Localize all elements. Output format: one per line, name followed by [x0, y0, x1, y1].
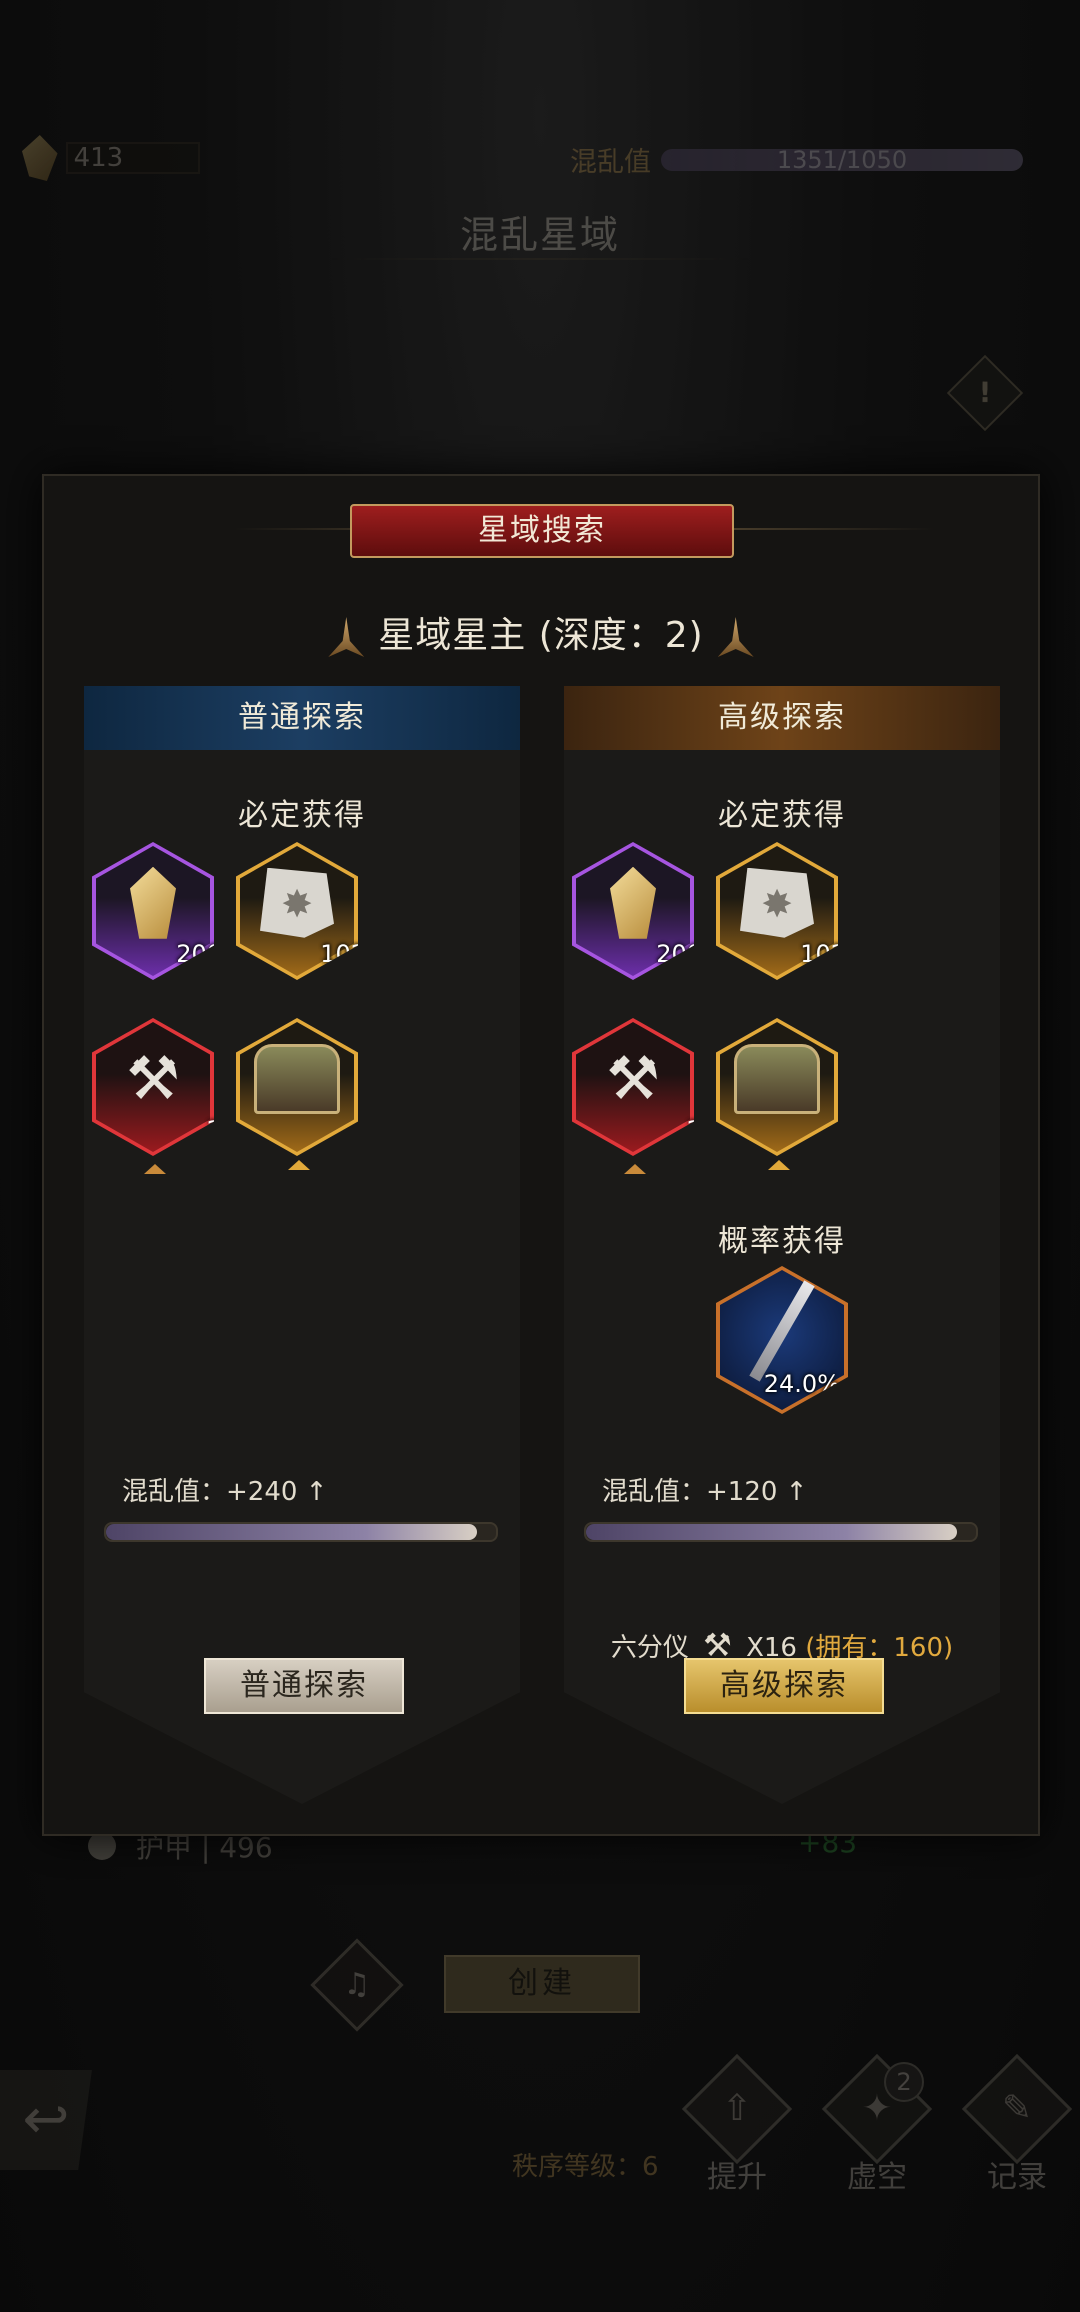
chest-icon — [254, 1043, 340, 1114]
quality-marker — [624, 1164, 646, 1174]
sextant-icon: ⚒ — [126, 1043, 180, 1114]
reward-item[interactable]: 200 — [572, 842, 694, 980]
cost-label: 六分仪 — [610, 1633, 689, 1663]
reward-item[interactable] — [236, 1018, 358, 1156]
chaos-progress-bar — [104, 1522, 498, 1542]
reward-item[interactable]: ⚒ 2 — [92, 1018, 214, 1156]
chaos-change: 混乱值：+240 ↑ — [122, 1477, 328, 1507]
chance-label: 概率获得 — [718, 1224, 846, 1259]
chaos-progress-fill — [106, 1524, 477, 1540]
guaranteed-label: 必定获得 — [718, 798, 846, 833]
ornament-icon — [717, 617, 754, 657]
item-count: 200 — [176, 940, 222, 968]
normal-explore-card: 普通探索 必定获得 200 102 ⚒ 2 混乱值：+240 ↑ 普通探索 — [84, 686, 520, 1804]
quality-marker — [288, 1160, 310, 1170]
card-header: 高级探索 — [564, 686, 1000, 750]
chance-reward-item[interactable]: 24.0% — [716, 1266, 848, 1414]
reward-item[interactable]: 200 — [92, 842, 214, 980]
quality-marker — [144, 1164, 166, 1174]
item-count: 2 — [686, 1116, 702, 1144]
item-count: 200 — [656, 940, 702, 968]
star-map-icon — [740, 867, 814, 938]
advanced-explore-card: 高级探索 必定获得 200 102 ⚒ 2 概率获得 24.0% 混乱值：+12… — [564, 686, 1000, 1804]
dialog-subtitle: 星域星主 (深度：2) — [44, 606, 1038, 658]
quality-marker — [768, 1160, 790, 1170]
star-search-dialog: 星域搜索 星域星主 (深度：2) 普通探索 必定获得 200 102 ⚒ 2 混… — [42, 474, 1040, 1836]
star-map-icon — [260, 867, 334, 938]
chaos-change: 混乱值：+120 ↑ — [602, 1477, 808, 1507]
item-count: 2 — [206, 1116, 222, 1144]
chest-icon — [734, 1043, 820, 1114]
reward-item[interactable]: 102 — [716, 842, 838, 980]
dialog-title: 星域搜索 — [350, 504, 734, 558]
ornament-icon — [328, 617, 365, 657]
reward-item[interactable] — [716, 1018, 838, 1156]
sextant-icon: ⚒ — [606, 1043, 660, 1114]
chaos-progress-fill — [586, 1524, 957, 1540]
guaranteed-label: 必定获得 — [238, 798, 366, 833]
drop-chance: 24.0% — [763, 1370, 840, 1398]
item-count: 102 — [800, 940, 846, 968]
reward-item[interactable]: ⚒ 2 — [572, 1018, 694, 1156]
chaos-progress-bar — [584, 1522, 978, 1542]
normal-explore-button[interactable]: 普通探索 — [204, 1658, 404, 1714]
advanced-explore-button[interactable]: 高级探索 — [684, 1658, 884, 1714]
card-header: 普通探索 — [84, 686, 520, 750]
item-count: 102 — [320, 940, 366, 968]
reward-item[interactable]: 102 — [236, 842, 358, 980]
